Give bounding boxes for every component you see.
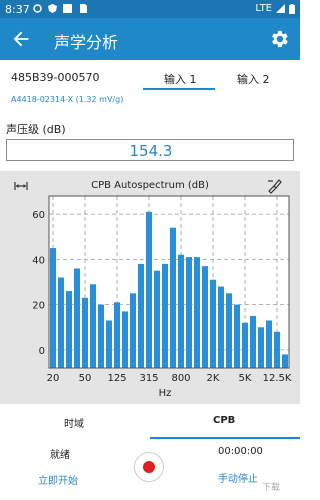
start-now-button[interactable]: 立即开始 [38,472,78,487]
tab-cpb[interactable]: CPB [213,415,235,426]
brush-icon[interactable] [266,178,282,194]
spl-display: 154.3 [6,139,294,161]
tab-time-domain[interactable]: 时域 [64,415,84,430]
sim-status-icon [78,3,87,13]
app-bar: 声学分析 [0,18,300,60]
tab-input-1[interactable]: 输入 1 [164,71,197,87]
tab-input-2[interactable]: 输入 2 [237,71,270,87]
sensor-info: A4418-02314-X (1.32 mV/g) [11,95,124,104]
network-label: LTE [255,3,272,14]
record-icon [143,461,155,473]
lower-tab-indicator [150,437,300,439]
shield-status-icon [48,3,57,13]
spl-value: 154.3 [129,142,173,160]
image-status-icon [63,3,72,13]
status-time: 8:37 [5,3,30,16]
notification-icons [33,3,87,13]
arrow-back-icon[interactable] [10,28,32,50]
range-arrows-icon[interactable] [14,180,28,192]
device-id: 485B39-000570 [11,71,100,84]
signal-icon [276,4,285,13]
settings-status-icon [33,3,42,13]
page-title: 声学分析 [54,33,119,52]
recording-state: 就绪 [50,450,70,461]
record-button[interactable] [134,452,164,482]
manual-stop-button[interactable]: 手动停止 [218,470,258,485]
chart-title: CPB Autospectrum (dB) [91,180,209,191]
spl-label: 声压级 (dB) [6,123,66,136]
gear-icon[interactable] [268,28,290,50]
chart-panel [0,171,300,404]
watermark: 下载 [262,483,281,493]
status-right: LTE [255,3,295,14]
battery-icon [289,3,295,14]
input-tab-indicator [143,88,215,90]
lower-tabs [0,404,300,439]
recording-timer: 00:00:00 [218,446,263,457]
status-bar: 8:37 LTE [0,0,300,18]
